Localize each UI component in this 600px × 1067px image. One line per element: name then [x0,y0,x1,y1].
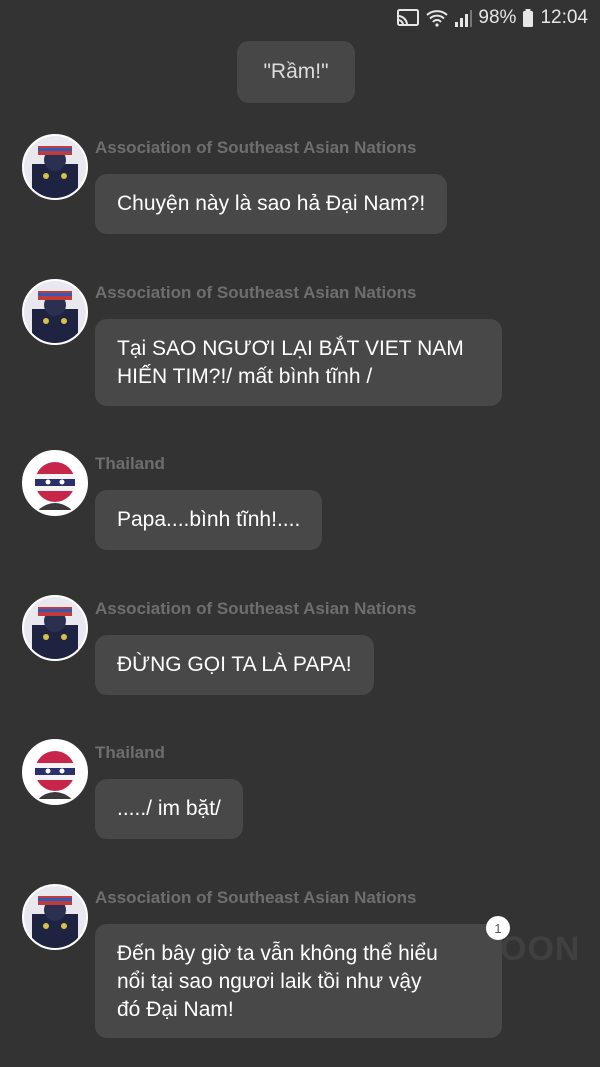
message-bubble: ĐỪNG GỌI TA LÀ PAPA! [95,635,374,695]
cast-icon [396,8,420,28]
asean-avatar[interactable] [22,134,88,200]
asean-avatar[interactable] [22,595,88,661]
message-line: HIẾN TIM?!/ mất bình tĩnh / [117,365,373,388]
message-bubble: Chuyện này là sao hả Đại Nam?! [95,174,448,234]
message-bubble: ...../ im bặt/ [95,779,243,839]
narration-bubble: "Rầm!" [237,41,355,103]
sender-name: Association of Southeast Asian Nations [95,599,417,618]
signal-icon [454,8,473,28]
message-bubble: Đến bây giờ ta vẫn không thể hiểu nổi tạ… [95,924,502,1038]
message-bubble: Tại SAO NGƯƠI LẠI BẮT VIET NAM HIẾN TIM?… [95,319,502,406]
asean-avatar[interactable] [22,279,88,345]
wifi-icon [426,8,449,28]
message-line: nổi tại sao ngươi laik tồi như vậy [117,970,422,993]
sender-name: Association of Southeast Asian Nations [95,888,417,907]
sender-name: Association of Southeast Asian Nations [95,138,417,157]
battery-percent: 98% [478,7,517,28]
battery-icon [522,8,534,28]
thailand-avatar[interactable] [22,450,88,516]
sender-name: Thailand [95,454,165,473]
clock: 12:04 [540,7,588,28]
message-line: Đến bây giờ ta vẫn không thể hiểu [117,942,438,965]
watermark: OON [500,930,581,968]
status-bar: 98% 12:04 [0,0,600,36]
message-line: Tại SAO NGƯƠI LẠI BẮT VIET NAM [117,337,464,360]
asean-avatar[interactable] [22,884,88,950]
message-bubble: Papa....bình tĩnh!.... [95,490,323,550]
comment-count-badge[interactable]: 1 [486,916,510,940]
sender-name: Association of Southeast Asian Nations [95,283,417,302]
message-line: đó Đại Nam! [117,998,234,1021]
thailand-avatar[interactable] [22,739,88,805]
sender-name: Thailand [95,743,165,762]
